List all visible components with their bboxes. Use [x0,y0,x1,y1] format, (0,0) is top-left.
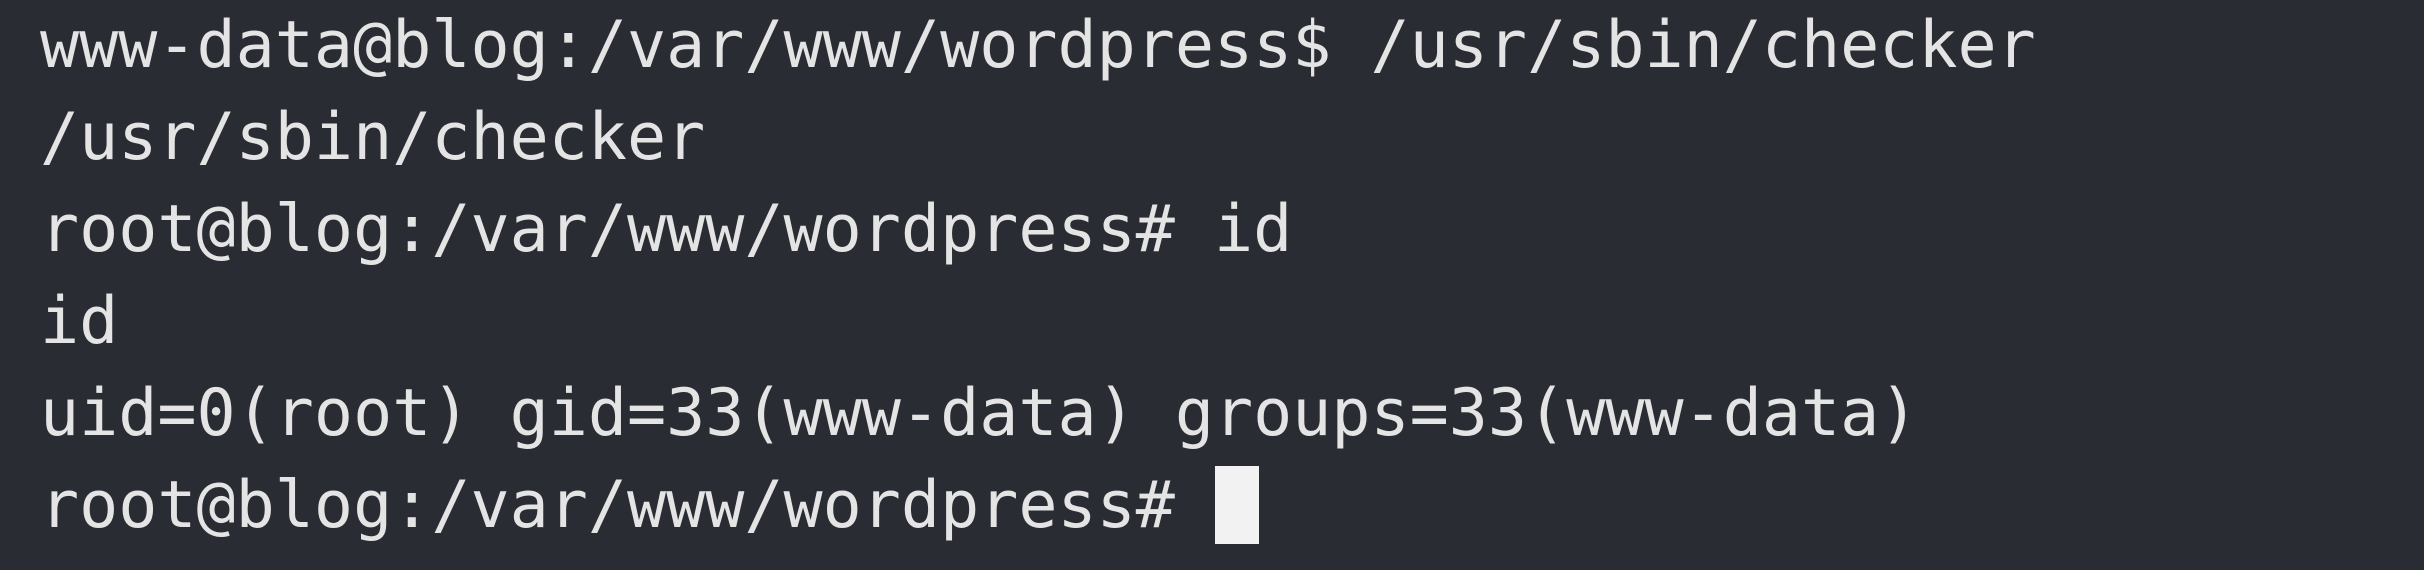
terminal-line: uid=0(root) gid=33(www-data) groups=33(w… [40,376,1919,451]
terminal-line: root@blog:/var/www/wordpress# id [40,192,1293,267]
terminal-line: id [40,284,119,359]
terminal-line: www-data@blog:/var/www/wordpress$ /usr/s… [40,8,2036,83]
terminal-prompt: root@blog:/var/www/wordpress# [40,468,1175,543]
terminal-cursor[interactable] [1214,465,1259,544]
terminal-line: /usr/sbin/checker [40,100,706,175]
terminal-input-line[interactable]: root@blog:/var/www/wordpress# [40,460,1259,552]
terminal-window[interactable]: www-data@blog:/var/www/wordpress$ /usr/s… [0,0,2424,570]
